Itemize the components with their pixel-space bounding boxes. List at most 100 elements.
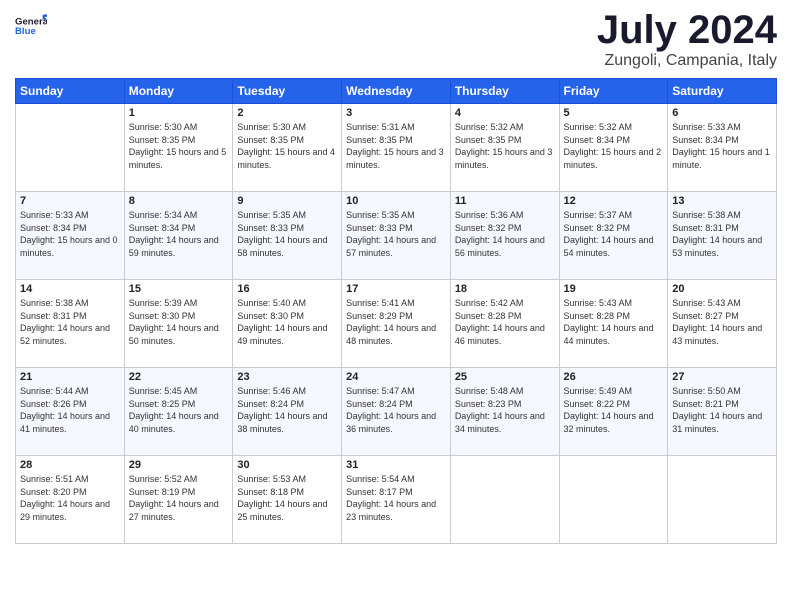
day-info: Sunrise: 5:33 AMSunset: 8:34 PMDaylight:…: [20, 209, 120, 259]
day-info: Sunrise: 5:45 AMSunset: 8:25 PMDaylight:…: [129, 385, 229, 435]
calendar-cell: 28 Sunrise: 5:51 AMSunset: 8:20 PMDayligh…: [16, 456, 125, 544]
title-section: July 2024 Zungoli, Campania, Italy: [597, 10, 777, 70]
day-info: Sunrise: 5:43 AMSunset: 8:28 PMDaylight:…: [564, 297, 664, 347]
calendar-cell: 26 Sunrise: 5:49 AMSunset: 8:22 PMDayligh…: [559, 368, 668, 456]
day-info: Sunrise: 5:47 AMSunset: 8:24 PMDaylight:…: [346, 385, 446, 435]
calendar-cell: 8 Sunrise: 5:34 AMSunset: 8:34 PMDaylight…: [124, 192, 233, 280]
calendar-table: Sunday Monday Tuesday Wednesday Thursday…: [15, 78, 777, 544]
logo-svg: General Blue: [15, 10, 47, 42]
col-friday: Friday: [559, 79, 668, 104]
calendar-cell: 19 Sunrise: 5:43 AMSunset: 8:28 PMDayligh…: [559, 280, 668, 368]
day-info: Sunrise: 5:40 AMSunset: 8:30 PMDaylight:…: [237, 297, 337, 347]
main-container: General Blue July 2024 Zungoli, Campania…: [0, 0, 792, 554]
calendar-cell: 31 Sunrise: 5:54 AMSunset: 8:17 PMDayligh…: [342, 456, 451, 544]
day-info: Sunrise: 5:53 AMSunset: 8:18 PMDaylight:…: [237, 473, 337, 523]
calendar-cell: 21 Sunrise: 5:44 AMSunset: 8:26 PMDayligh…: [16, 368, 125, 456]
day-number: 17: [346, 283, 446, 295]
day-info: Sunrise: 5:36 AMSunset: 8:32 PMDaylight:…: [455, 209, 555, 259]
week-row-4: 21 Sunrise: 5:44 AMSunset: 8:26 PMDayligh…: [16, 368, 777, 456]
calendar-cell: 9Sunrise: 5:35 AMSunset: 8:33 PMDaylight…: [233, 192, 342, 280]
calendar-cell: 11 Sunrise: 5:36 AMSunset: 8:32 PMDayligh…: [450, 192, 559, 280]
calendar-cell: 27Sunrise: 5:50 AMSunset: 8:21 PMDayligh…: [668, 368, 777, 456]
day-number: 25: [455, 371, 555, 383]
day-number: 11: [455, 195, 555, 207]
day-number: 19: [564, 283, 664, 295]
day-info: Sunrise: 5:32 AMSunset: 8:34 PMDaylight:…: [564, 121, 664, 171]
calendar-cell: 29 Sunrise: 5:52 AMSunset: 8:19 PMDayligh…: [124, 456, 233, 544]
day-number: 22: [129, 371, 229, 383]
day-info: Sunrise: 5:49 AMSunset: 8:22 PMDaylight:…: [564, 385, 664, 435]
logo: General Blue: [15, 10, 47, 42]
day-number: 13: [672, 195, 772, 207]
week-row-1: 1 Sunrise: 5:30 AMSunset: 8:35 PMDaylight…: [16, 104, 777, 192]
week-row-2: 7 Sunrise: 5:33 AMSunset: 8:34 PMDaylight…: [16, 192, 777, 280]
header-row: Sunday Monday Tuesday Wednesday Thursday…: [16, 79, 777, 104]
day-info: Sunrise: 5:35 AMSunset: 8:33 PMDaylight:…: [237, 209, 337, 259]
day-info: Sunrise: 5:38 AMSunset: 8:31 PMDaylight:…: [672, 209, 772, 259]
calendar-cell: 25Sunrise: 5:48 AMSunset: 8:23 PMDayligh…: [450, 368, 559, 456]
day-number: 1: [129, 107, 229, 119]
col-wednesday: Wednesday: [342, 79, 451, 104]
day-number: 3: [346, 107, 446, 119]
day-number: 8: [129, 195, 229, 207]
month-title: July 2024: [597, 10, 777, 50]
day-info: Sunrise: 5:54 AMSunset: 8:17 PMDaylight:…: [346, 473, 446, 523]
calendar-cell: 5 Sunrise: 5:32 AMSunset: 8:34 PMDaylight…: [559, 104, 668, 192]
calendar-cell: [16, 104, 125, 192]
calendar-cell: 14 Sunrise: 5:38 AMSunset: 8:31 PMDayligh…: [16, 280, 125, 368]
day-number: 24: [346, 371, 446, 383]
day-number: 2: [237, 107, 337, 119]
svg-text:Blue: Blue: [15, 26, 36, 37]
day-info: Sunrise: 5:43 AMSunset: 8:27 PMDaylight:…: [672, 297, 772, 347]
day-info: Sunrise: 5:44 AMSunset: 8:26 PMDaylight:…: [20, 385, 120, 435]
header: General Blue July 2024 Zungoli, Campania…: [15, 10, 777, 70]
day-info: Sunrise: 5:31 AMSunset: 8:35 PMDaylight:…: [346, 121, 446, 171]
calendar-cell: 22 Sunrise: 5:45 AMSunset: 8:25 PMDayligh…: [124, 368, 233, 456]
day-number: 14: [20, 283, 120, 295]
day-info: Sunrise: 5:37 AMSunset: 8:32 PMDaylight:…: [564, 209, 664, 259]
day-number: 5: [564, 107, 664, 119]
day-number: 23: [237, 371, 337, 383]
calendar-cell: 16 Sunrise: 5:40 AMSunset: 8:30 PMDayligh…: [233, 280, 342, 368]
col-sunday: Sunday: [16, 79, 125, 104]
calendar-cell: 20Sunrise: 5:43 AMSunset: 8:27 PMDayligh…: [668, 280, 777, 368]
calendar-cell: 1 Sunrise: 5:30 AMSunset: 8:35 PMDaylight…: [124, 104, 233, 192]
col-monday: Monday: [124, 79, 233, 104]
day-number: 29: [129, 459, 229, 471]
calendar-cell: 2 Sunrise: 5:30 AMSunset: 8:35 PMDaylight…: [233, 104, 342, 192]
day-info: Sunrise: 5:38 AMSunset: 8:31 PMDaylight:…: [20, 297, 120, 347]
day-info: Sunrise: 5:35 AMSunset: 8:33 PMDaylight:…: [346, 209, 446, 259]
day-number: 4: [455, 107, 555, 119]
day-number: 26: [564, 371, 664, 383]
calendar-cell: 15Sunrise: 5:39 AMSunset: 8:30 PMDayligh…: [124, 280, 233, 368]
col-tuesday: Tuesday: [233, 79, 342, 104]
day-number: 18: [455, 283, 555, 295]
day-info: Sunrise: 5:39 AMSunset: 8:30 PMDaylight:…: [129, 297, 229, 347]
calendar-cell: 4Sunrise: 5:32 AMSunset: 8:35 PMDaylight…: [450, 104, 559, 192]
day-number: 7: [20, 195, 120, 207]
calendar-cell: 12 Sunrise: 5:37 AMSunset: 8:32 PMDayligh…: [559, 192, 668, 280]
day-info: Sunrise: 5:52 AMSunset: 8:19 PMDaylight:…: [129, 473, 229, 523]
location: Zungoli, Campania, Italy: [597, 52, 777, 70]
day-number: 30: [237, 459, 337, 471]
day-number: 16: [237, 283, 337, 295]
calendar-cell: [559, 456, 668, 544]
calendar-cell: [450, 456, 559, 544]
day-number: 10: [346, 195, 446, 207]
calendar-cell: 23 Sunrise: 5:46 AMSunset: 8:24 PMDayligh…: [233, 368, 342, 456]
day-info: Sunrise: 5:51 AMSunset: 8:20 PMDaylight:…: [20, 473, 120, 523]
day-info: Sunrise: 5:50 AMSunset: 8:21 PMDaylight:…: [672, 385, 772, 435]
day-info: Sunrise: 5:46 AMSunset: 8:24 PMDaylight:…: [237, 385, 337, 435]
day-info: Sunrise: 5:30 AMSunset: 8:35 PMDaylight:…: [237, 121, 337, 171]
calendar-cell: 7 Sunrise: 5:33 AMSunset: 8:34 PMDaylight…: [16, 192, 125, 280]
day-info: Sunrise: 5:42 AMSunset: 8:28 PMDaylight:…: [455, 297, 555, 347]
day-number: 31: [346, 459, 446, 471]
day-info: Sunrise: 5:34 AMSunset: 8:34 PMDaylight:…: [129, 209, 229, 259]
day-number: 21: [20, 371, 120, 383]
day-info: Sunrise: 5:30 AMSunset: 8:35 PMDaylight:…: [129, 121, 229, 171]
calendar-cell: 17Sunrise: 5:41 AMSunset: 8:29 PMDayligh…: [342, 280, 451, 368]
day-number: 28: [20, 459, 120, 471]
calendar-cell: [668, 456, 777, 544]
col-saturday: Saturday: [668, 79, 777, 104]
day-number: 12: [564, 195, 664, 207]
